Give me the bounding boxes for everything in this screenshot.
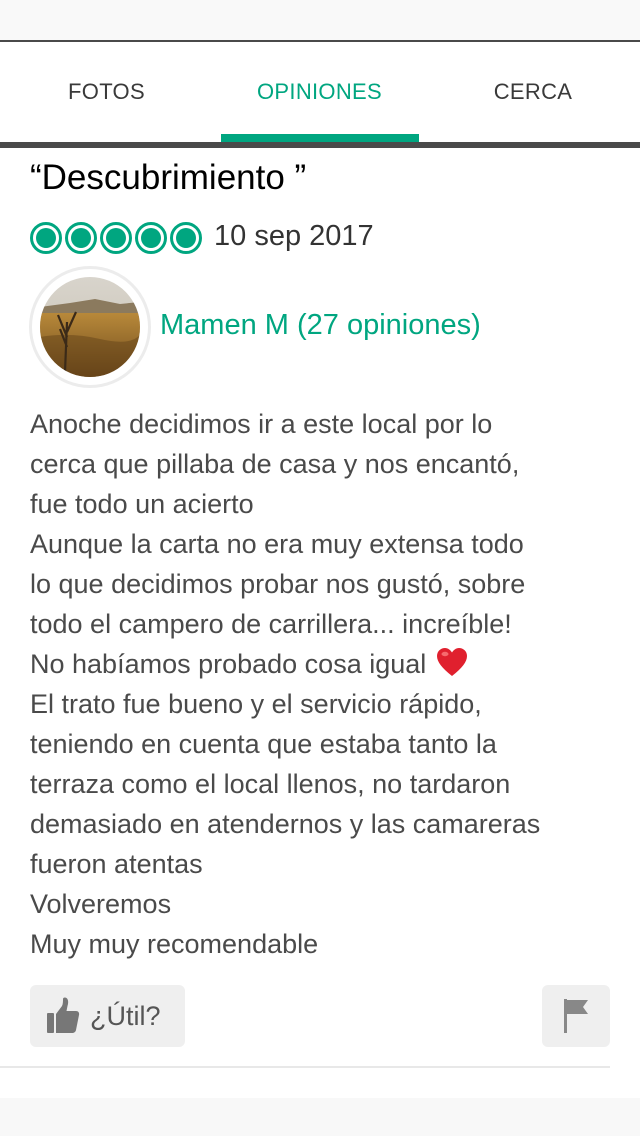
- review-divider: [0, 1066, 610, 1068]
- review-date: 10 sep 2017: [214, 220, 374, 252]
- status-area: [0, 0, 640, 40]
- active-tab-indicator: [221, 134, 419, 142]
- review-line: Volveremos: [30, 889, 172, 919]
- report-button[interactable]: [542, 985, 610, 1047]
- author-link[interactable]: Mamen M (27 opiniones): [160, 309, 481, 342]
- rating-bubble-icon: [30, 222, 62, 254]
- heart-icon: [437, 648, 468, 676]
- review-text: Anoche decidimos ir a este local por lo …: [30, 404, 620, 964]
- review-line: cerca que pillaba de casa y nos encantó,: [30, 449, 520, 479]
- review-line: Muy muy recomendable: [30, 929, 319, 959]
- review-line: No habíamos probado cosa igual: [30, 649, 427, 679]
- rating-bubble-icon: [170, 222, 202, 254]
- rating-bubble-icon: [100, 222, 132, 254]
- flag-icon: [564, 999, 588, 1033]
- review-line: fueron atentas: [30, 849, 203, 879]
- review-line: teniendo en cuenta que estaba tanto la: [30, 729, 497, 759]
- tab-fotos[interactable]: FOTOS: [0, 42, 213, 142]
- review-line: todo el campero de carrillera... increíb…: [30, 609, 512, 639]
- review-line: Anoche decidimos ir a este local por lo: [30, 409, 493, 439]
- tab-cerca[interactable]: CERCA: [426, 42, 640, 142]
- review-line: fue todo un acierto: [30, 489, 254, 519]
- review-line: lo que decidimos probar nos gustó, sobre: [30, 569, 526, 599]
- landscape-photo-icon: [40, 277, 140, 377]
- review-line: El trato fue bueno y el servicio rápido,: [30, 689, 482, 719]
- review-line: Aunque la carta no era muy extensa todo: [30, 529, 524, 559]
- next-section-band: [0, 1098, 640, 1136]
- review-title: “Descubrimiento ”: [30, 158, 307, 197]
- rating-bubble-icon: [65, 222, 97, 254]
- helpful-label: ¿Útil?: [90, 1000, 161, 1031]
- rating-bubbles: [30, 222, 202, 254]
- rating-bubble-icon: [135, 222, 167, 254]
- tabs-divider: [0, 142, 640, 148]
- review-line-with-emoji: No habíamos probado cosa igual: [30, 644, 620, 684]
- review-screen: FOTOS OPINIONES CERCA “Descubrimiento ” …: [0, 0, 640, 1136]
- thumbs-up-icon: [47, 997, 80, 1033]
- review-line: demasiado en atendernos y las camareras: [30, 809, 541, 839]
- tab-opiniones[interactable]: OPINIONES: [213, 42, 426, 142]
- avatar[interactable]: [32, 269, 148, 385]
- review-line: terraza como el local llenos, no tardaro…: [30, 769, 511, 799]
- helpful-button[interactable]: ¿Útil?: [30, 985, 185, 1047]
- tab-bar: FOTOS OPINIONES CERCA: [0, 42, 640, 142]
